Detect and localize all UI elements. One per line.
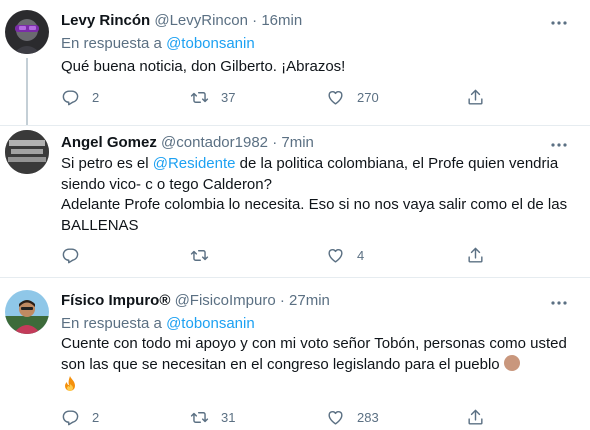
tweet-actions: 4	[61, 245, 501, 265]
reply-icon	[62, 89, 79, 105]
tweet-text: Qué buena noticia, don Gilberto. ¡Abrazo…	[61, 57, 571, 78]
separator-dot: ·	[272, 134, 278, 151]
tweet-text-line: Cuente con todo mi apoyo y con mi voto s…	[61, 334, 571, 375]
tweet-actions: 2 31 283	[61, 407, 501, 427]
mention-link[interactable]: @Residente	[153, 155, 236, 172]
heart-icon	[328, 248, 343, 263]
reply-to-link[interactable]: @tobonsanin	[166, 35, 255, 52]
separator-dot: ·	[252, 12, 258, 29]
tweet-emoji-line	[61, 375, 571, 397]
tweet-text-line: Qué buena noticia, don Gilberto. ¡Abrazo…	[61, 58, 346, 75]
reply-prefix: En respuesta a	[61, 35, 162, 52]
thread-line	[26, 58, 28, 125]
avatar-image	[5, 10, 49, 54]
reply-context: En respuesta a @tobonsanin	[61, 35, 255, 53]
share-button[interactable]	[466, 245, 485, 265]
like-button[interactable]: 270	[326, 87, 379, 107]
reply-button[interactable]	[61, 245, 92, 265]
share-button[interactable]	[466, 407, 485, 427]
username[interactable]: @FisicoImpuro	[175, 292, 276, 309]
reply-button[interactable]: 2	[61, 87, 99, 107]
avatar-image	[5, 290, 49, 334]
tweet-text-line: Si petro es el @Residente de la politica…	[61, 154, 571, 195]
raised-fist-emoji	[503, 354, 520, 371]
avatar-fisico-impuro[interactable]	[5, 290, 49, 334]
like-count: 270	[357, 89, 379, 105]
tweet-actions: 2 37 270	[61, 87, 501, 107]
more-icon[interactable]	[548, 296, 570, 314]
retweet-icon	[190, 91, 209, 103]
tweet-2[interactable]: Angel Gomez @contador1982 · 7min Si petr…	[0, 126, 590, 276]
tweet-text-line: Adelante Profe colombia lo necesita. Eso…	[61, 196, 568, 234]
fire-emoji	[61, 375, 79, 393]
reply-prefix: En respuesta a	[61, 315, 162, 332]
timestamp[interactable]: 16min	[261, 12, 302, 29]
tweet-3[interactable]: Físico Impuro® @FisicoImpuro · 27min En …	[0, 278, 590, 430]
reply-count: 2	[92, 89, 100, 105]
retweet-count: 37	[221, 89, 236, 105]
share-icon	[468, 247, 483, 263]
username[interactable]: @LevyRincon	[154, 12, 248, 29]
retweet-button[interactable]: 37	[190, 87, 235, 107]
retweet-button[interactable]	[190, 245, 221, 265]
tweet-text: Si petro es el @Residente de la politica…	[61, 154, 571, 236]
timestamp[interactable]: 7min	[281, 134, 314, 151]
timestamp[interactable]: 27min	[289, 292, 330, 309]
reply-to-link[interactable]: @tobonsanin	[166, 315, 255, 332]
reply-context: En respuesta a @tobonsanin	[61, 315, 255, 333]
retweet-button[interactable]: 31	[190, 407, 235, 427]
display-name[interactable]: Físico Impuro®	[61, 292, 170, 309]
like-count: 283	[357, 409, 379, 425]
share-icon	[468, 89, 483, 105]
tweet-text: Cuente con todo mi apoyo y con mi voto s…	[61, 334, 571, 397]
tweet-header: Físico Impuro® @FisicoImpuro · 27min	[61, 292, 330, 310]
more-icon[interactable]	[548, 16, 570, 34]
reply-button[interactable]: 2	[61, 407, 99, 427]
tweet-header: Angel Gomez @contador1982 · 7min	[61, 134, 314, 152]
tweet-1[interactable]: Levy Rincón @LevyRincon · 16min En respu…	[0, 0, 590, 125]
text-segment: Si petro es el	[61, 155, 153, 172]
heart-icon	[328, 90, 343, 105]
heart-icon	[328, 410, 343, 425]
reply-icon	[62, 409, 79, 425]
display-name[interactable]: Angel Gomez	[61, 134, 157, 151]
avatar-image	[5, 130, 49, 174]
like-button[interactable]: 283	[326, 407, 379, 427]
avatar-angel-gomez[interactable]	[5, 130, 49, 174]
separator-dot: ·	[279, 292, 285, 309]
retweet-icon	[190, 411, 209, 423]
retweet-count: 31	[221, 409, 236, 425]
like-button[interactable]: 4	[326, 245, 364, 265]
share-button[interactable]	[466, 87, 485, 107]
tweet-header: Levy Rincón @LevyRincon · 16min	[61, 12, 302, 30]
text-segment: Cuente con todo mi apoyo y con mi voto s…	[61, 335, 567, 373]
reply-icon	[62, 247, 79, 263]
display-name[interactable]: Levy Rincón	[61, 12, 150, 29]
share-icon	[468, 409, 483, 425]
reply-count: 2	[92, 409, 100, 425]
username[interactable]: @contador1982	[161, 134, 268, 151]
avatar-levy-rincon[interactable]	[5, 10, 49, 54]
like-count: 4	[357, 247, 365, 263]
retweet-icon	[190, 249, 209, 261]
